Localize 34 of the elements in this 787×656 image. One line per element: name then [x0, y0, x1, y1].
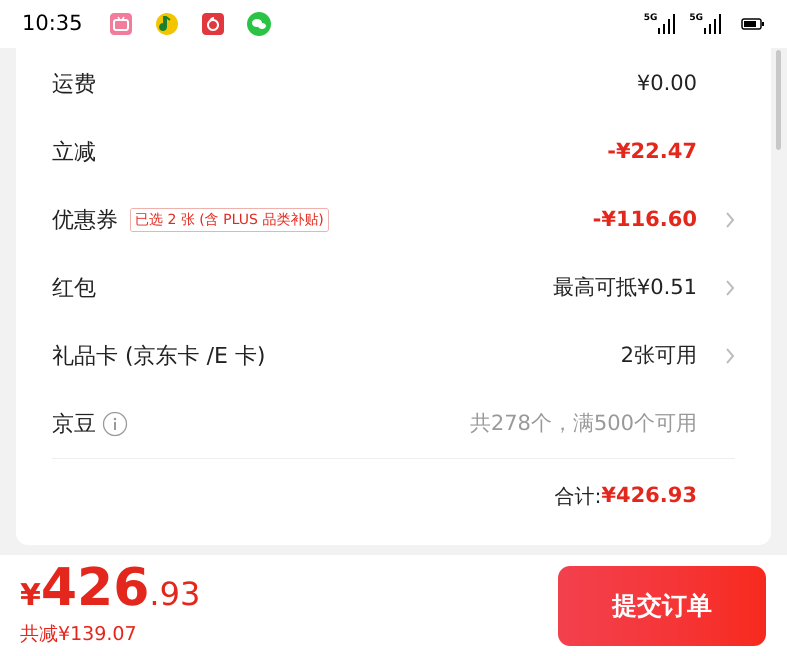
chevron-right-icon[interactable] — [725, 347, 735, 365]
total-value: ¥426.93 — [601, 482, 697, 509]
tv-app-icon — [108, 12, 133, 36]
chevron-right-icon[interactable] — [725, 211, 735, 229]
currency-symbol: ¥ — [20, 581, 41, 612]
row-label: 红包 — [52, 274, 96, 302]
total-label: 合计: — [554, 482, 602, 510]
network-label: 5G — [644, 14, 658, 23]
network-label: 5G — [689, 14, 703, 23]
music-note-app-icon — [154, 12, 179, 36]
coupon-tag: 已选 2 张 (含 PLUS 品类补贴) — [130, 208, 329, 232]
battery-icon — [741, 18, 765, 30]
info-icon[interactable] — [102, 411, 128, 437]
row-value: 共278个，满500个可用 — [470, 410, 697, 438]
row-value: 最高可抵¥0.51 — [552, 274, 697, 302]
row-label: 礼品卡 (京东卡 /E 卡) — [52, 342, 266, 370]
row-label: 京豆 — [52, 410, 96, 438]
row-label: 运费 — [52, 70, 96, 98]
signal-icon — [703, 14, 721, 34]
submit-order-button[interactable]: 提交订单 — [558, 566, 766, 646]
row-value: -¥116.60 — [592, 206, 697, 234]
row-value: 2张可用 — [620, 342, 697, 370]
signal-icon — [657, 14, 676, 34]
music-app-icon — [200, 12, 225, 36]
price-integer: 426 — [40, 562, 150, 614]
chat-app-icon — [246, 12, 271, 36]
chevron-right-icon[interactable] — [725, 279, 735, 297]
price-decimal: .93 — [149, 578, 200, 610]
row-label: 立减 — [52, 138, 96, 166]
row-label: 优惠券 — [52, 206, 118, 234]
row-value: ¥0.00 — [636, 70, 697, 98]
savings-text: 共减¥139.07 — [20, 622, 138, 648]
clock-time: 10:35 — [22, 10, 83, 38]
row-value: -¥22.47 — [607, 138, 697, 166]
